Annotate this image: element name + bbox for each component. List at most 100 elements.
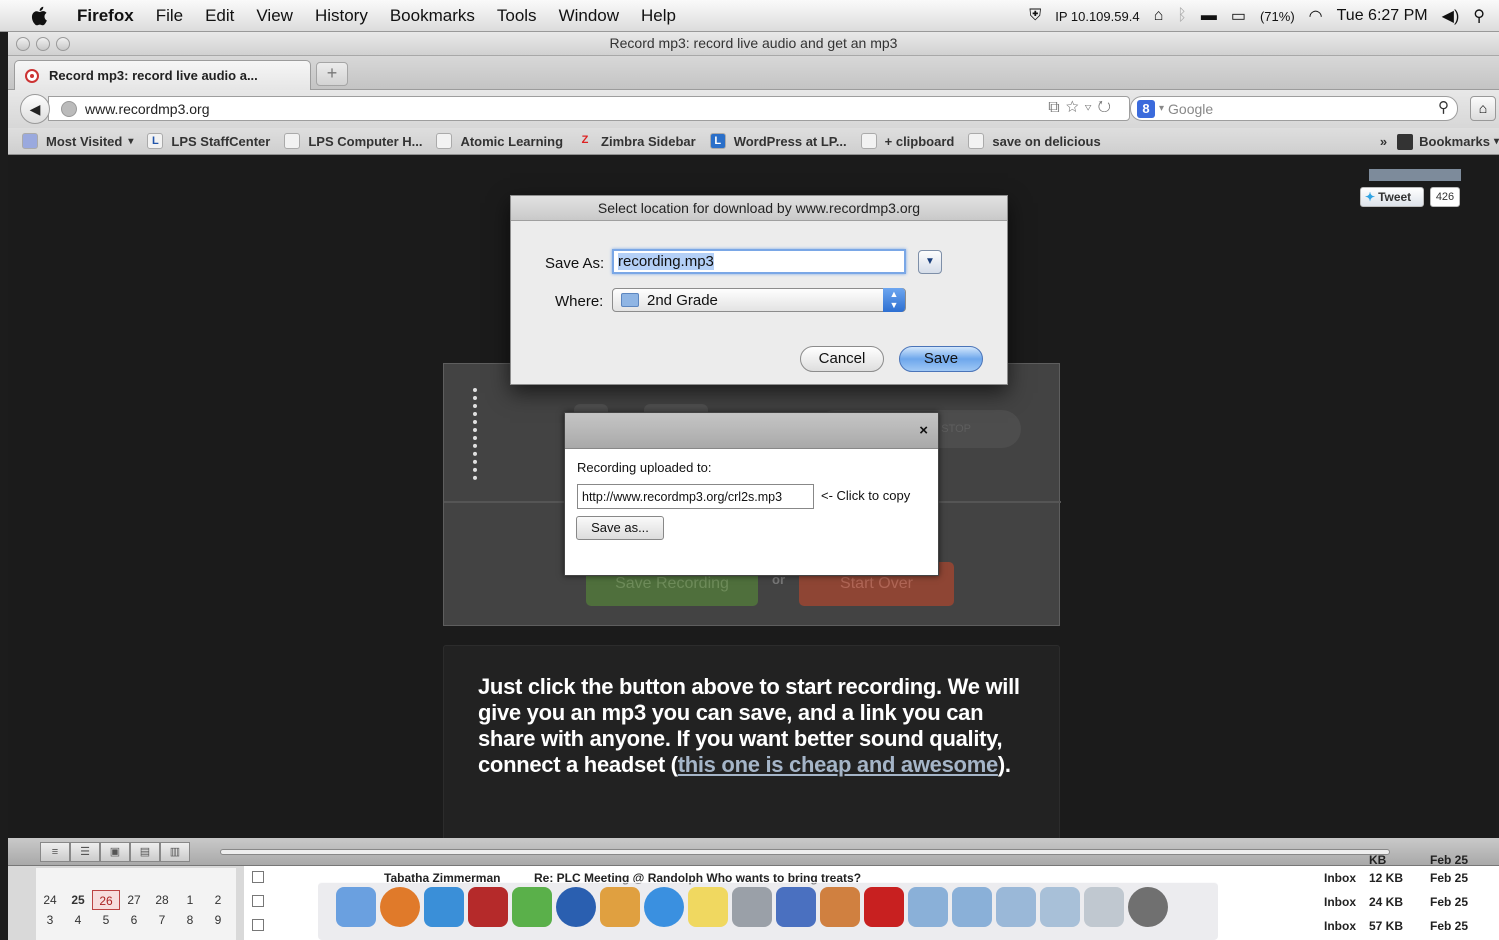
calendar-day[interactable]: 2 <box>204 890 232 910</box>
search-icon[interactable]: ⚲ <box>1438 98 1449 116</box>
document-icon[interactable] <box>1040 887 1080 927</box>
calculator-icon[interactable] <box>732 887 772 927</box>
itunes-icon[interactable] <box>556 887 596 927</box>
wifi-icon[interactable]: ◠ <box>1309 6 1323 26</box>
bookmark-lps-computer[interactable]: LPS Computer H... <box>284 133 422 149</box>
menu-help[interactable]: Help <box>630 6 687 26</box>
menu-tools[interactable]: Tools <box>486 6 548 26</box>
search-engine-dropdown-icon[interactable]: ▾ <box>1159 103 1164 114</box>
calendar-day[interactable]: 6 <box>120 910 148 930</box>
tweet-button[interactable]: ✦ Tweet <box>1360 187 1424 207</box>
bookmark-zimbra-sidebar[interactable]: Z Zimbra Sidebar <box>577 133 696 149</box>
reload-icon[interactable]: ↻ <box>1098 99 1118 116</box>
bookmark-clipboard[interactable]: + clipboard <box>860 133 954 149</box>
headset-link[interactable]: this one is cheap and awesome <box>678 752 998 777</box>
new-tab-button[interactable]: + <box>316 62 348 86</box>
cancel-button[interactable]: Cancel <box>800 346 884 372</box>
calendar-week: 24 25 26 27 28 1 2 <box>36 890 236 910</box>
window-titlebar: Record mp3: record live audio and get an… <box>8 32 1499 56</box>
word-icon[interactable] <box>424 887 464 927</box>
bookmarks-overflow-button[interactable]: » <box>1380 134 1387 149</box>
menu-edit[interactable]: Edit <box>194 6 245 26</box>
preview-icon[interactable] <box>600 887 640 927</box>
network-icon[interactable]: ⌂ <box>1154 7 1164 25</box>
where-select[interactable]: 2nd Grade ▲ ▼ <box>612 288 906 312</box>
menu-view[interactable]: View <box>245 6 304 26</box>
view-list-icon[interactable]: ≡ <box>40 842 70 862</box>
save-as-button[interactable]: Save as... <box>576 516 664 540</box>
zoom-window-button[interactable] <box>56 37 70 51</box>
view-column-icon[interactable]: ▥ <box>160 842 190 862</box>
site-identity-icon[interactable] <box>61 100 77 117</box>
menu-history[interactable]: History <box>304 6 379 26</box>
photo-booth-icon[interactable] <box>820 887 860 927</box>
dictionary-icon[interactable] <box>468 887 508 927</box>
keynote-icon[interactable] <box>776 887 816 927</box>
tab-recordmp3[interactable]: Record mp3: record live audio a... <box>14 60 311 90</box>
menu-app-name[interactable]: Firefox <box>66 6 145 26</box>
message-checkbox[interactable] <box>252 919 264 931</box>
app-icon[interactable] <box>908 887 948 927</box>
calendar-day[interactable]: 24 <box>36 890 64 910</box>
volume-icon[interactable]: ◀) <box>1442 6 1460 26</box>
app-icon[interactable] <box>996 887 1036 927</box>
calendar-day[interactable]: 1 <box>176 890 204 910</box>
reader-icon[interactable]: ⧉ <box>1048 99 1065 116</box>
minimize-window-button[interactable] <box>36 37 50 51</box>
calendar-day[interactable]: 28 <box>148 890 176 910</box>
calendar-day[interactable]: 8 <box>176 910 204 930</box>
acrobat-icon[interactable] <box>864 887 904 927</box>
messages-icon[interactable] <box>512 887 552 927</box>
trash-icon[interactable] <box>1128 887 1168 927</box>
bluetooth-icon[interactable]: ᛒ <box>1177 7 1187 25</box>
bookmark-star-icon[interactable]: ☆ <box>1066 99 1085 116</box>
safari-icon[interactable] <box>644 887 684 927</box>
view-detail-icon[interactable]: ▤ <box>130 842 160 862</box>
recording-url-field[interactable]: http://www.recordmp3.org/crl2s.mp3 <box>577 484 814 509</box>
stack-icon[interactable] <box>1084 887 1124 927</box>
spotlight-icon[interactable]: ⚲ <box>1473 6 1485 26</box>
calendar-today[interactable]: 26 <box>92 890 120 910</box>
url-bar[interactable]: www.recordmp3.org ⧉☆▿↻ <box>48 96 1130 121</box>
stickies-icon[interactable] <box>688 887 728 927</box>
vpn-shield-icon[interactable]: ⛨ <box>1029 7 1041 25</box>
calendar-day[interactable]: 9 <box>204 910 232 930</box>
calendar-day[interactable]: 27 <box>120 890 148 910</box>
app-icon[interactable] <box>952 887 992 927</box>
bookmark-most-visited[interactable]: Most Visited ▾ <box>22 133 133 149</box>
firefox-icon[interactable] <box>380 887 420 927</box>
clock[interactable]: Tue 6:27 PM <box>1337 7 1428 25</box>
calendar-day[interactable]: 5 <box>92 910 120 930</box>
message-checkbox[interactable] <box>252 871 264 883</box>
battery-icon[interactable]: ▭ <box>1231 6 1246 26</box>
calendar-day[interactable]: 4 <box>64 910 92 930</box>
bookmark-delicious[interactable]: save on delicious <box>968 133 1101 149</box>
calendar-day[interactable]: 3 <box>36 910 64 930</box>
bookmark-lps-staffcenter[interactable]: L LPS StaffCenter <box>147 133 270 149</box>
finder-icon[interactable] <box>336 887 376 927</box>
save-button[interactable]: Save <box>899 346 983 372</box>
calendar-day[interactable]: 7 <box>148 910 176 930</box>
google-icon[interactable]: 8 <box>1137 99 1155 118</box>
filename-field[interactable]: recording.mp3 <box>612 249 906 274</box>
message-checkbox[interactable] <box>252 895 264 907</box>
upload-label: Recording uploaded to: <box>577 460 712 475</box>
home-button[interactable]: ⌂ <box>1470 96 1496 121</box>
display-icon[interactable]: ▬ <box>1201 7 1217 25</box>
close-icon[interactable]: × <box>919 422 928 439</box>
menu-bookmarks[interactable]: Bookmarks <box>379 6 486 26</box>
view-icon-icon[interactable]: ▣ <box>100 842 130 862</box>
menu-file[interactable]: File <box>145 6 194 26</box>
close-window-button[interactable] <box>16 37 30 51</box>
bookmarks-menu-button[interactable]: Bookmarks <box>1419 134 1490 149</box>
apple-menu-icon[interactable] <box>28 4 52 28</box>
expand-dialog-button[interactable]: ▼ <box>918 250 942 274</box>
dropdown-icon[interactable]: ▿ <box>1085 99 1098 116</box>
back-button[interactable]: ◀ <box>20 94 50 124</box>
calendar-day[interactable]: 25 <box>64 890 92 910</box>
search-bar[interactable]: 8 ▾ Google ⚲ <box>1130 96 1458 121</box>
bookmark-wordpress[interactable]: L WordPress at LP... <box>709 133 847 149</box>
bookmark-atomic-learning[interactable]: Atomic Learning <box>436 133 563 149</box>
menu-window[interactable]: Window <box>548 6 630 26</box>
view-compact-icon[interactable]: ☰ <box>70 842 100 862</box>
